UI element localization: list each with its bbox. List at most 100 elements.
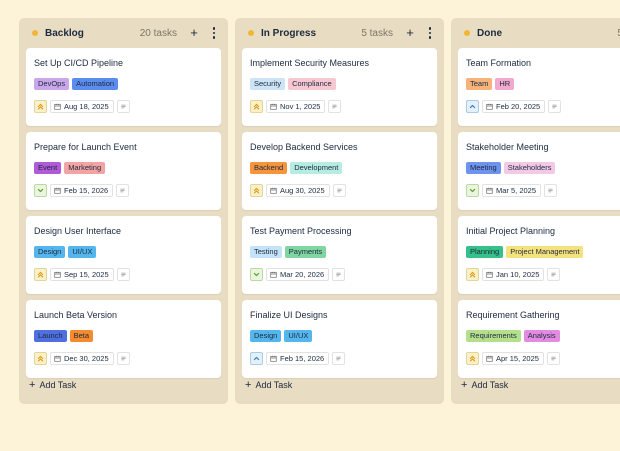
- tag-badge: Analysis: [523, 330, 560, 342]
- task-card[interactable]: Set Up CI/CD Pipeline DevOps Automation Aug…: [26, 48, 221, 126]
- due-date-text: Apr 15, 2025: [496, 354, 539, 363]
- calendar-icon: [270, 187, 277, 194]
- card-meta: Apr 15, 2025: [466, 352, 560, 365]
- task-card[interactable]: Design User Interface Design UI/UX Sep 15, …: [26, 216, 221, 294]
- calendar-icon: [486, 355, 493, 362]
- due-date[interactable]: Aug 30, 2025: [266, 184, 330, 197]
- tag-badge: Beta: [69, 330, 94, 342]
- add-card-icon[interactable]: +: [188, 26, 200, 39]
- tag-badge: Backend: [250, 162, 288, 174]
- due-date-text: Sep 15, 2025: [64, 270, 109, 279]
- add-task-button[interactable]: + Add Task: [461, 379, 508, 390]
- task-card[interactable]: Requirement Gathering Requirements Analysi…: [458, 300, 620, 378]
- card-list: Team Formation Team HR Feb 20, 2025 Stakehol…: [458, 48, 620, 390]
- task-title: Stakeholder Meeting: [466, 142, 549, 152]
- column-0: Backlog 20 tasks + Set Up CI/CD Pipeline Dev…: [19, 18, 228, 404]
- task-card[interactable]: Stakeholder Meeting Meeting Stakeholders Ma…: [458, 132, 620, 210]
- tag-badge: Compliance: [288, 78, 336, 90]
- task-card[interactable]: Implement Security Measures Security Compl…: [242, 48, 437, 126]
- notes-icon[interactable]: [116, 352, 130, 365]
- notes-icon[interactable]: [116, 184, 130, 197]
- tag-list: Design UI/UX: [34, 246, 97, 258]
- column-header: In Progress 5 tasks +: [235, 18, 444, 48]
- tag-badge: Meeting: [466, 162, 501, 174]
- add-card-icon[interactable]: +: [404, 26, 416, 39]
- double-chevron-up-icon[interactable]: [250, 184, 263, 197]
- double-chevron-up-icon[interactable]: [34, 100, 47, 113]
- card-meta: Jan 10, 2025: [466, 268, 561, 281]
- card-meta: Aug 18, 2025: [34, 100, 130, 113]
- chevron-down-icon[interactable]: [250, 268, 263, 281]
- notes-icon[interactable]: [328, 100, 342, 113]
- tag-badge: Design: [250, 330, 282, 342]
- chevron-up-icon[interactable]: [250, 352, 263, 365]
- task-title: Design User Interface: [34, 226, 122, 236]
- more-vertical-icon[interactable]: [425, 27, 435, 39]
- task-card[interactable]: Initial Project Planning Planning Project …: [458, 216, 620, 294]
- tag-badge: Security: [250, 78, 286, 90]
- task-card[interactable]: Team Formation Team HR Feb 20, 2025: [458, 48, 620, 126]
- column-title: Done: [477, 27, 502, 39]
- notes-icon[interactable]: [548, 100, 562, 113]
- notes-icon[interactable]: [116, 268, 130, 281]
- notes-icon[interactable]: [332, 268, 346, 281]
- task-card[interactable]: Test Payment Processing Testing Payments Ma…: [242, 216, 437, 294]
- task-card[interactable]: Prepare for Launch Event Event Marketing Fe…: [26, 132, 221, 210]
- task-title: Prepare for Launch Event: [34, 142, 137, 152]
- notes-icon[interactable]: [547, 268, 561, 281]
- tag-badge: Marketing: [64, 162, 106, 174]
- task-card[interactable]: Finalize UI Designs Design UI/UX Feb 15, 20…: [242, 300, 437, 378]
- calendar-icon: [54, 103, 61, 110]
- tag-list: Launch Beta: [34, 330, 94, 342]
- due-date[interactable]: Aug 18, 2025: [50, 100, 114, 113]
- notes-icon[interactable]: [116, 100, 130, 113]
- due-date[interactable]: Feb 15, 2026: [50, 184, 114, 197]
- column-status-dot: [32, 30, 38, 36]
- notes-icon[interactable]: [546, 352, 560, 365]
- card-list: Implement Security Measures Security Compl…: [242, 48, 437, 390]
- add-task-button[interactable]: + Add Task: [29, 378, 76, 391]
- due-date[interactable]: Apr 15, 2025: [482, 352, 544, 365]
- due-date[interactable]: Mar 20, 2026: [266, 268, 330, 281]
- column-header: Backlog 20 tasks +: [19, 18, 228, 48]
- double-chevron-up-icon[interactable]: [466, 352, 479, 365]
- task-card[interactable]: Develop Backend Services Backend Developme…: [242, 132, 437, 210]
- tag-list: Planning Project Management: [466, 246, 584, 258]
- notes-icon[interactable]: [332, 352, 346, 365]
- due-date-text: Feb 15, 2026: [64, 186, 109, 195]
- tag-badge: Planning: [466, 246, 504, 258]
- chevron-down-icon[interactable]: [34, 184, 47, 197]
- double-chevron-up-icon[interactable]: [466, 268, 479, 281]
- chevron-up-icon[interactable]: [466, 100, 479, 113]
- calendar-icon: [54, 271, 61, 278]
- due-date[interactable]: Mar 5, 2025: [482, 184, 542, 197]
- due-date[interactable]: Feb 15, 2026: [266, 352, 330, 365]
- notes-icon[interactable]: [332, 184, 346, 197]
- add-task-button[interactable]: + Add Task: [245, 379, 292, 390]
- task-card[interactable]: Launch Beta Version Launch Beta Dec 30, 202…: [26, 300, 221, 378]
- double-chevron-up-icon[interactable]: [34, 268, 47, 281]
- calendar-icon: [486, 103, 493, 110]
- task-title: Launch Beta Version: [34, 310, 118, 320]
- tag-badge: Development: [290, 162, 343, 174]
- more-vertical-icon[interactable]: [209, 27, 219, 39]
- due-date[interactable]: Dec 30, 2025: [50, 352, 114, 365]
- tag-badge: Launch: [34, 330, 67, 342]
- notes-icon[interactable]: [544, 184, 558, 197]
- due-date-text: Mar 5, 2025: [496, 186, 537, 195]
- due-date[interactable]: Nov 1, 2025: [266, 100, 326, 113]
- due-date[interactable]: Jan 10, 2025: [482, 268, 545, 281]
- due-date-text: Aug 30, 2025: [280, 186, 325, 195]
- tag-badge: Event: [34, 162, 62, 174]
- chevron-down-icon[interactable]: [466, 184, 479, 197]
- double-chevron-up-icon[interactable]: [250, 100, 263, 113]
- double-chevron-up-icon[interactable]: [34, 352, 47, 365]
- column-task-count: 20 tasks: [139, 27, 177, 39]
- tag-badge: UI/UX: [68, 246, 97, 258]
- tag-list: DevOps Automation: [34, 78, 119, 90]
- plus-icon: +: [29, 378, 36, 391]
- tag-badge: Automation: [72, 78, 119, 90]
- due-date[interactable]: Feb 20, 2025: [482, 100, 546, 113]
- due-date[interactable]: Sep 15, 2025: [50, 268, 114, 281]
- calendar-icon: [270, 271, 277, 278]
